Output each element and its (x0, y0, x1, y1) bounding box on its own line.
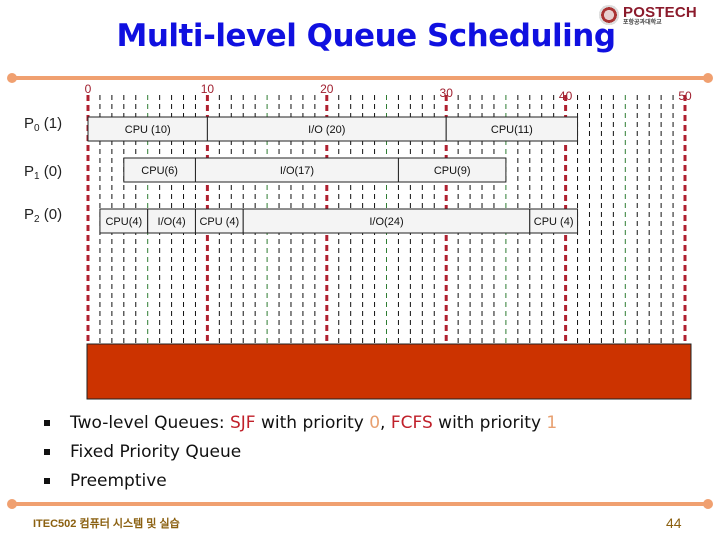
bullet-item: Preemptive (44, 467, 557, 496)
segment-label: CPU (10) (125, 124, 171, 136)
segment-label: I/O(4) (158, 216, 186, 228)
segment-label: CPU(6) (141, 165, 178, 177)
bullet-item: Fixed Priority Queue (44, 438, 557, 467)
gantt-chart: 0 10 20 30 40 50 CPU (10) I/O (20) CPU(11) CPU(6… (85, 82, 692, 400)
bullet-text: FCFS (390, 413, 433, 433)
bullet-text: , (380, 413, 391, 433)
course-footer: ITEC502 컴퓨터 시스템 및 실습 (33, 518, 180, 530)
square-bullet-icon (44, 478, 50, 484)
segment-label: CPU (4) (534, 216, 574, 228)
bullet-text: SJF (230, 413, 256, 433)
segment-label: CPU (4) (199, 216, 239, 228)
process-priority: (0) (39, 206, 63, 223)
segment-label: I/O (20) (308, 124, 345, 136)
segment-label: CPU(4) (105, 216, 142, 228)
bullet-text: 0 (369, 413, 381, 433)
process-row: CPU(6) I/O(17) CPU(9) (123, 157, 507, 183)
process-priority: (1) (39, 115, 63, 132)
process-label: P2 (0) (24, 206, 62, 225)
square-bullet-icon (44, 449, 50, 455)
process-bars: CPU (10) I/O (20) CPU(11)CPU(6) I/O(17) CPU(… (87, 116, 579, 234)
process-label: P1 (0) (24, 163, 62, 182)
process-name: P (24, 206, 35, 223)
segment-label: I/O(17) (280, 165, 314, 177)
bullet-text: with priority (255, 413, 370, 433)
time-axis-labels: 0 10 20 30 40 50 (85, 82, 692, 103)
bullet-text: Fixed Priority Queue (70, 442, 242, 462)
segment-label: CPU(11) (491, 124, 533, 136)
bullet-item: Two-level Queues: SJF with priority 0, F… (44, 409, 557, 438)
time-tick-label: 20 (320, 82, 334, 96)
bullet-list: Two-level Queues: SJF with priority 0, F… (44, 409, 557, 496)
process-row: CPU (10) I/O (20) CPU(11) (87, 116, 579, 142)
process-priority: (0) (39, 163, 63, 180)
bullet-text: Two-level Queues: (70, 413, 230, 433)
process-row: CPU(4) I/O(4) CPU (4) I/O(24) CPU (4) (99, 208, 579, 234)
process-name: P (24, 115, 35, 132)
segment-label: I/O(24) (369, 216, 403, 228)
bullet-text: with priority (432, 413, 547, 433)
time-tick-label: 30 (440, 86, 454, 100)
bottom-divider (7, 499, 713, 509)
time-tick-label: 40 (559, 89, 573, 103)
process-name: P (24, 163, 35, 180)
square-bullet-icon (44, 420, 50, 426)
time-tick-label: 50 (678, 89, 692, 103)
page-number: 44 (666, 515, 682, 531)
time-tick-label: 0 (85, 82, 92, 96)
time-tick-label: 10 (201, 82, 215, 96)
segment-label: CPU(9) (434, 165, 471, 177)
process-label: P0 (1) (24, 115, 62, 134)
bullet-text: Preemptive (70, 471, 167, 491)
execution-timeline-block (86, 343, 692, 400)
bullet-text: 1 (546, 413, 558, 433)
